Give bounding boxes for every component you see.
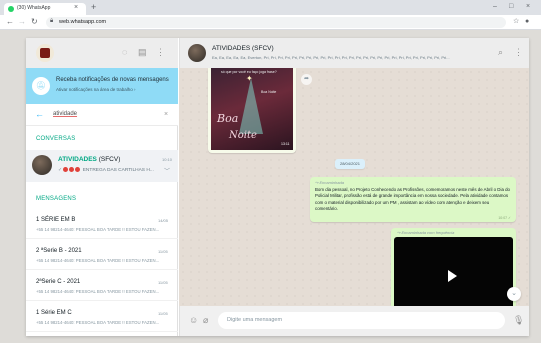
message-result-time: 14/05 xyxy=(158,218,169,223)
message-input[interactable]: Digite uma mensagem xyxy=(218,312,505,329)
video-thumbnail[interactable]: ▶ 3:07 11:04 ✓ xyxy=(394,237,513,317)
chat-result-atividades[interactable]: ATIVIDADES (SFCV) 10:10 ✓ ENTREGA DAS CA… xyxy=(26,150,178,182)
forwarded-label: ↪ Encaminhada xyxy=(315,180,344,185)
url-field[interactable]: 🔒︎ web.whatsapp.com xyxy=(46,17,506,28)
message-body: Bom dia pessoal, no Projeto Conhecendo a… xyxy=(315,187,510,211)
tab-close-icon[interactable]: × xyxy=(74,4,78,12)
conversation-header[interactable]: ATIVIDADES (SFCV) Ea, Ea, Ea, Ea, Ea, Ev… xyxy=(179,38,529,68)
conversation-pane: ATIVIDADES (SFCV) Ea, Ea, Ea, Ea, Ea, Ev… xyxy=(179,38,529,336)
message-result-preview: +55 14 98214-4640: PESSOAL BOA TARDE !! … xyxy=(36,227,160,232)
browser-tab-whatsapp[interactable]: (30) WhatsApp × xyxy=(4,3,86,15)
chat-result-time: 10:10 xyxy=(162,157,173,162)
new-tab-button[interactable]: + xyxy=(91,3,96,12)
emoji-icon[interactable]: ☺ xyxy=(189,315,198,325)
back-arrow-icon[interactable]: ← xyxy=(6,17,14,27)
microphone-icon[interactable]: 🎙︎ xyxy=(513,315,524,325)
message-result-time: 11/05 xyxy=(158,311,168,316)
section-conversas: CONVERSAS xyxy=(36,136,76,142)
address-bar-row: ← → ↻ 🔒︎ web.whatsapp.com ☆ ● xyxy=(0,15,541,30)
chevron-down-icon[interactable]: ﹀ xyxy=(164,166,170,175)
notification-title: Receba notificações de novas mensagens xyxy=(56,77,169,83)
conversation-members: Ea, Ea, Ea, Ea, Ea, Everton, Pri, Pri, P… xyxy=(212,55,450,60)
pin-icon: ✓ xyxy=(58,167,63,173)
play-icon[interactable] xyxy=(448,270,457,282)
url-text: web.whatsapp.com xyxy=(59,19,107,25)
emoji-icon xyxy=(63,167,69,172)
new-chat-icon[interactable]: ▤ xyxy=(138,47,147,57)
star-icon: ✦ xyxy=(246,74,253,83)
message-result[interactable]: 1 SÉRIE EM B 14/05 +55 14 98214-4640: PE… xyxy=(26,211,178,239)
emoji-icon xyxy=(69,167,75,172)
forward-icon[interactable]: ➦ xyxy=(301,74,312,85)
emoji-icon xyxy=(75,167,81,172)
lock-icon: 🔒︎ xyxy=(50,18,54,24)
forwarded-label: ↪ Encaminhada com frequência xyxy=(397,230,455,235)
section-mensagens: MENSAGENS xyxy=(36,196,77,202)
message-result-preview: +55 14 98214-4640: PESSOAL BOA TARDE !! … xyxy=(36,320,160,325)
window-close-button[interactable]: × xyxy=(526,2,530,11)
sidebar-header: ◌ ▤ ⋮ xyxy=(26,38,178,68)
message-result-time: 11/05 xyxy=(158,249,168,254)
menu-icon[interactable]: ⋮ xyxy=(514,47,523,57)
profile-avatar[interactable] xyxy=(36,44,54,62)
profile-icon[interactable]: ● xyxy=(525,17,529,27)
menu-icon[interactable]: ⋮ xyxy=(156,47,165,57)
goodnight-image[interactable]: só que por você eu faço joga frase? ✦ Bo… xyxy=(211,68,293,150)
message-result[interactable]: 2 ªSerie B - 2021 11/05 +55 14 98214-464… xyxy=(26,242,178,270)
message-result-preview: +55 14 98214-4640: PESSOAL BOA TARDE !! … xyxy=(36,258,160,263)
tree-shape xyxy=(239,78,263,134)
text-message[interactable]: ↪ Encaminhada Bom dia pessoal, no Projet… xyxy=(310,177,516,222)
clear-search-icon[interactable]: × xyxy=(164,110,168,119)
browser-tabbar: (30) WhatsApp × + – □ × xyxy=(0,0,541,15)
chat-result-name: ATIVIDADES (SFCV) xyxy=(58,156,121,163)
image-script-text: Boa Noite xyxy=(261,90,277,94)
notification-banner[interactable]: 🔕︎ Receba notificações de novas mensagen… xyxy=(26,68,178,104)
search-input[interactable]: atividade xyxy=(53,111,77,117)
tab-title: (30) WhatsApp xyxy=(17,5,51,11)
message-composer: ☺ ⌀ Digite uma mensagem 🎙︎ xyxy=(179,306,529,336)
message-time: 13:11 xyxy=(281,142,290,146)
chat-result-preview: ✓ ENTREGA DAS CARTILHAS H... xyxy=(58,167,154,173)
search-back-icon[interactable]: ← xyxy=(35,109,44,119)
whatsapp-web-app: ◌ ▤ ⋮ 🔕︎ Receba notificações de novas me… xyxy=(26,38,529,336)
conversation-title: ATIVIDADES (SFCV) xyxy=(212,45,274,52)
bookmark-star-icon[interactable]: ☆ xyxy=(513,17,519,27)
whatsapp-favicon-icon xyxy=(8,6,14,12)
message-result-chat: 2ªSerie C - 2021 xyxy=(36,279,81,285)
message-result-chat: 2 ªSerie B - 2021 xyxy=(36,248,82,254)
scroll-down-button[interactable]: ⌄ xyxy=(507,287,521,301)
image-text-noite: Noite xyxy=(229,130,257,141)
search-bar: ← atividade × xyxy=(26,104,178,126)
message-result-chat: 1 Série EM C xyxy=(36,310,72,316)
notification-subtitle[interactable]: Ativar notificações na área de trabalho … xyxy=(56,87,136,92)
message-result[interactable]: 2ªSerie C - 2021 11/05 +55 14 98214-4640… xyxy=(26,273,178,301)
date-separator: 28/04/2021 xyxy=(335,159,365,169)
message-time: 10:07 ✓ xyxy=(498,216,511,220)
message-result[interactable]: 1 Série EM C 11/05 +55 14 98214-4640: PE… xyxy=(26,304,178,332)
reload-icon[interactable]: ↻ xyxy=(31,17,38,27)
message-result-time: 11/05 xyxy=(158,280,168,285)
left-sidebar: ◌ ▤ ⋮ 🔕︎ Receba notificações de novas me… xyxy=(26,38,178,336)
image-text-boa: Boa xyxy=(217,112,239,125)
message-result-preview: +55 14 98214-4640: PESSOAL BOA TARDE !! … xyxy=(36,289,160,294)
message-placeholder: Digite uma mensagem xyxy=(227,317,283,323)
message-result-chat: 1 SÉRIE EM B xyxy=(36,217,76,223)
status-icon[interactable]: ◌ xyxy=(122,47,127,57)
bell-off-icon: 🔕︎ xyxy=(32,77,50,95)
group-avatar xyxy=(32,155,52,175)
forward-arrow-icon[interactable]: → xyxy=(18,17,26,27)
search-icon[interactable]: ⌕ xyxy=(498,47,503,57)
maximize-button[interactable]: □ xyxy=(509,2,513,11)
image-message[interactable]: só que por você eu faço joga frase? ✦ Bo… xyxy=(208,68,296,153)
minimize-button[interactable]: – xyxy=(493,2,497,11)
attach-icon[interactable]: ⌀ xyxy=(203,315,208,325)
group-avatar[interactable] xyxy=(188,44,206,62)
